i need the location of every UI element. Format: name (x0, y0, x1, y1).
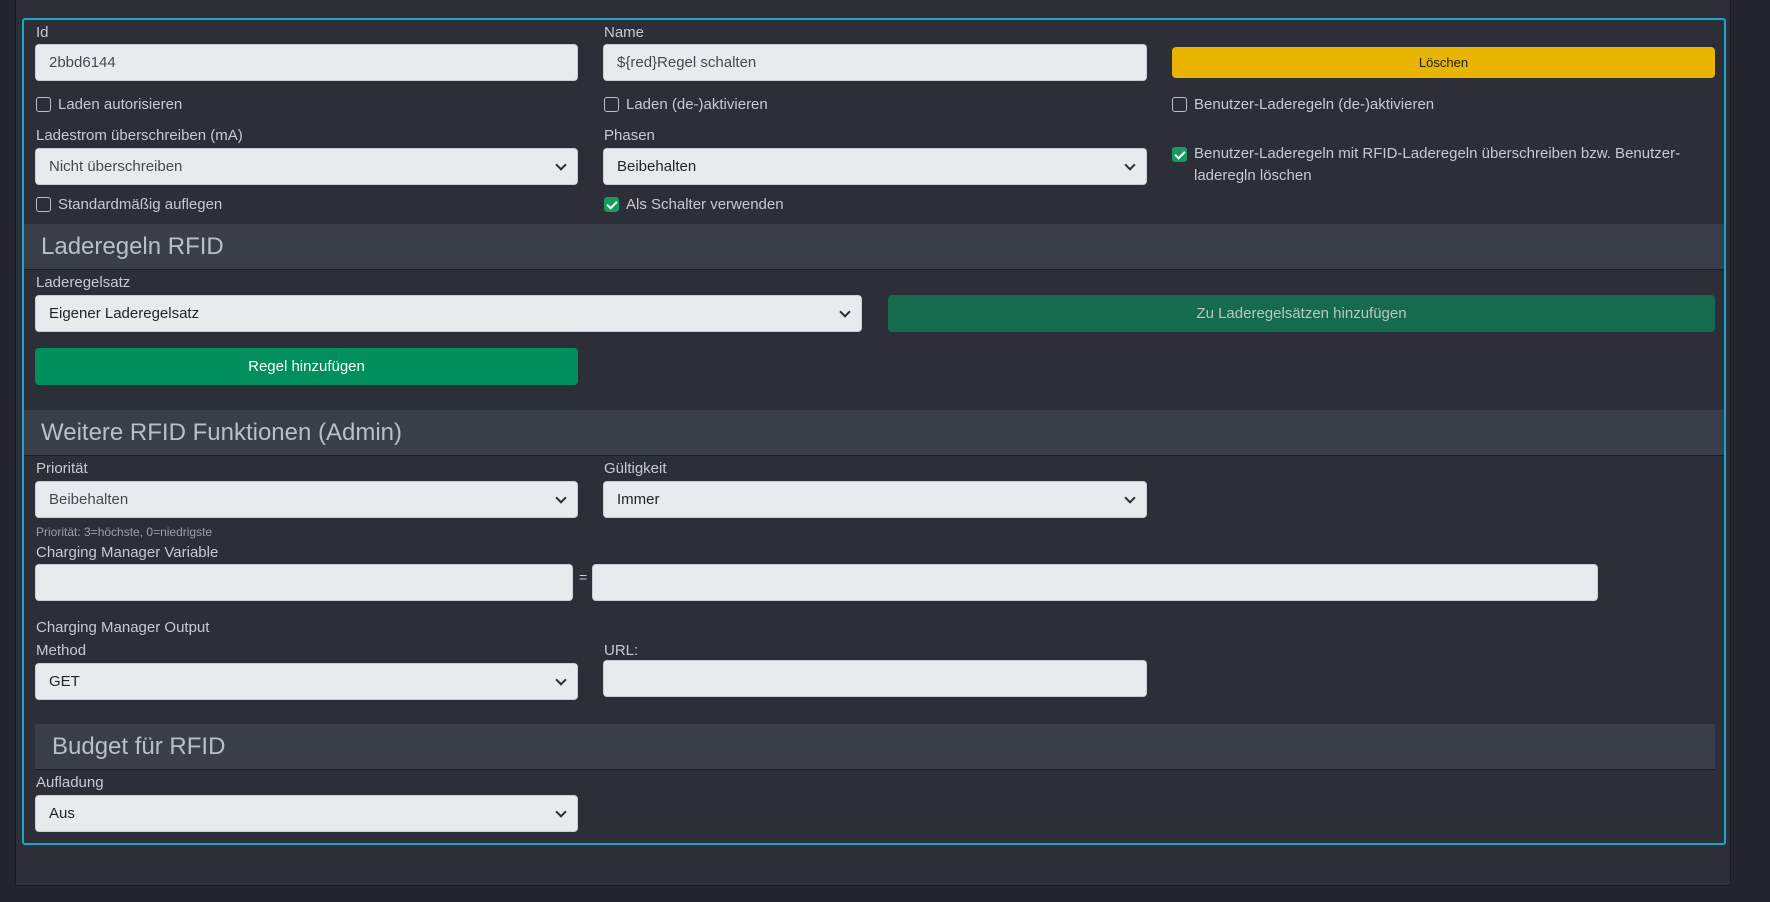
delete-button[interactable]: Löschen (1172, 47, 1715, 78)
validity-value: Immer (617, 491, 660, 508)
priority-hint: Priorität: 3=höchste, 0=niedrigste (36, 525, 213, 539)
main-panel: Id 2bbd6144 Name ${red}Regel schalten Lö… (15, 0, 1731, 886)
id-label: Id (36, 24, 49, 41)
phases-select[interactable]: Beibehalten (603, 148, 1147, 185)
add-to-rulesets-button[interactable]: Zu Laderegelsätzen hinzufügen (888, 295, 1715, 332)
cm-variable-name-input[interactable] (35, 564, 573, 601)
ruleset-select[interactable]: Eigener Laderegelsatz (35, 295, 862, 332)
override-rules-label: Benutzer-Laderegeln mit RFID-Laderegeln … (1194, 145, 1681, 184)
chevron-down-icon (555, 805, 567, 818)
admin-section-title: Weitere RFID Funktionen (Admin) (41, 418, 403, 446)
use-as-switch-box[interactable] (604, 197, 619, 212)
charging-label: Aufladung (36, 774, 104, 791)
rfid-card: Id 2bbd6144 Name ${red}Regel schalten Lö… (22, 18, 1726, 845)
chevron-down-icon (555, 673, 567, 686)
use-as-switch-checkbox[interactable]: Als Schalter verwenden (604, 196, 784, 213)
priority-value: Beibehalten (49, 491, 129, 508)
override-rules-checkbox[interactable]: Benutzer-Laderegeln mit RFID-Laderegeln … (1172, 143, 1702, 187)
method-label: Method (36, 642, 87, 659)
ruleset-value: Eigener Laderegelsatz (49, 305, 200, 322)
current-label: Ladestrom überschreiben (mA) (36, 127, 243, 144)
url-input[interactable] (603, 660, 1147, 697)
budget-section-header: Budget für RFID (35, 724, 1715, 770)
priority-label: Priorität (36, 460, 88, 477)
validity-select[interactable]: Immer (603, 481, 1147, 518)
name-label: Name (604, 24, 645, 41)
chevron-down-icon (555, 491, 567, 504)
validity-label: Gültigkeit (604, 460, 667, 477)
chevron-down-icon (1124, 491, 1136, 504)
priority-select[interactable]: Beibehalten (35, 481, 578, 518)
user-rules-box[interactable] (1172, 97, 1187, 112)
chevron-down-icon (1124, 158, 1136, 171)
admin-section-header: Weitere RFID Funktionen (Admin) (24, 410, 1724, 456)
current-select[interactable]: Nicht überschreiben (35, 148, 578, 185)
url-label: URL: (604, 642, 639, 659)
phases-label: Phasen (604, 127, 655, 144)
authorize-box[interactable] (36, 97, 51, 112)
charging-select[interactable]: Aus (35, 795, 578, 832)
user-rules-label: Benutzer-Laderegeln (de-)aktivieren (1194, 96, 1435, 113)
toggle-charging-label: Laden (de-)aktivieren (626, 96, 768, 113)
authorize-label: Laden autorisieren (58, 96, 183, 113)
chevron-down-icon (839, 305, 851, 318)
ruleset-label: Laderegelsatz (36, 274, 131, 291)
method-select[interactable]: GET (35, 663, 578, 700)
cm-output-label: Charging Manager Output (36, 619, 210, 636)
equals-sign: = (579, 569, 588, 585)
authorize-checkbox[interactable]: Laden autorisieren (36, 96, 182, 113)
rules-section-header: Laderegeln RFID (24, 224, 1724, 270)
chevron-down-icon (555, 158, 567, 171)
cm-variable-value-input[interactable] (592, 564, 1598, 601)
use-as-switch-label: Als Schalter verwenden (626, 196, 784, 213)
name-input[interactable]: ${red}Regel schalten (603, 44, 1147, 81)
charging-value: Aus (49, 805, 75, 822)
override-rules-box[interactable] (1172, 147, 1187, 162)
rules-section-title: Laderegeln RFID (41, 232, 224, 260)
budget-section-title: Budget für RFID (52, 732, 226, 760)
add-rule-button[interactable]: Regel hinzufügen (35, 348, 578, 385)
name-value: ${red}Regel schalten (617, 54, 757, 71)
toggle-charging-checkbox[interactable]: Laden (de-)aktivieren (604, 96, 768, 113)
cm-variable-label: Charging Manager Variable (36, 544, 219, 561)
user-rules-checkbox[interactable]: Benutzer-Laderegeln (de-)aktivieren (1172, 96, 1434, 113)
id-input[interactable]: 2bbd6144 (35, 44, 578, 81)
phases-value: Beibehalten (617, 158, 697, 175)
default-hangup-box[interactable] (36, 197, 51, 212)
current-value: Nicht überschreiben (49, 158, 183, 175)
toggle-charging-box[interactable] (604, 97, 619, 112)
method-value: GET (49, 673, 80, 690)
default-hangup-label: Standardmäßig auflegen (58, 196, 223, 213)
default-hangup-checkbox[interactable]: Standardmäßig auflegen (36, 196, 222, 213)
id-value: 2bbd6144 (49, 54, 116, 71)
